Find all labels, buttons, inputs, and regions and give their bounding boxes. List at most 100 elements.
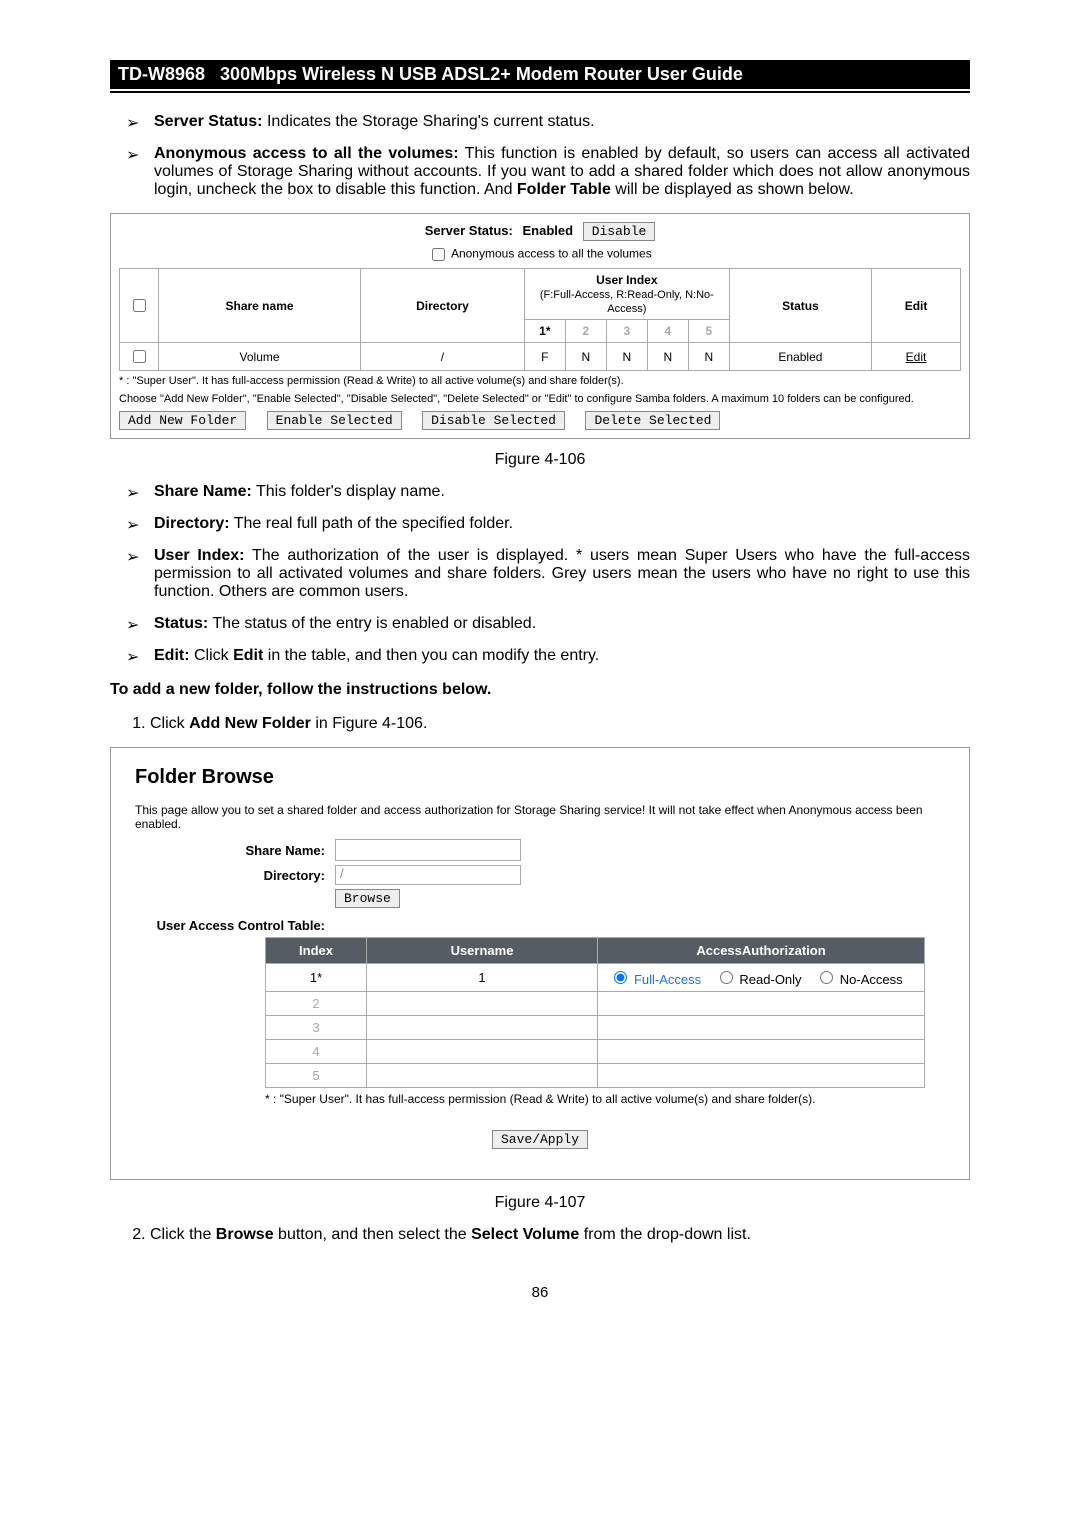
intro-list: Server Status: Indicates the Storage Sha… xyxy=(110,113,970,199)
uact-auth: Full-Access Read-Only No-Access xyxy=(598,964,925,992)
full-access-radio[interactable] xyxy=(614,971,627,984)
mid-directory: Directory: The real full path of the spe… xyxy=(126,515,970,533)
pre: Click the xyxy=(150,1226,216,1243)
cell-u2: N xyxy=(565,343,606,371)
mid-status: Status: The status of the entry is enabl… xyxy=(126,615,970,633)
figure-106-box: Server Status: Enabled Disable Anonymous… xyxy=(110,213,970,439)
th-idx4: 4 xyxy=(647,320,688,343)
uact-idx: 1* xyxy=(266,964,367,992)
share-name-input[interactable] xyxy=(335,839,521,861)
uact-user xyxy=(367,1016,598,1040)
read-only-option[interactable]: Read-Only xyxy=(715,972,802,987)
bold: Edit xyxy=(233,647,263,664)
uact-idx: 5 xyxy=(266,1064,367,1088)
figure-107-box: Folder Browse This page allow you to set… xyxy=(110,747,970,1180)
label: Share Name: xyxy=(154,483,252,500)
edit-link[interactable]: Edit xyxy=(906,350,927,364)
text: The authorization of the user is display… xyxy=(154,547,970,600)
no-access-radio[interactable] xyxy=(820,971,833,984)
uact-idx: 2 xyxy=(266,992,367,1016)
label: User Index: xyxy=(154,547,244,564)
th-auth: AccessAuthorization xyxy=(598,938,925,964)
th-share-name: Share name xyxy=(159,269,361,343)
th-idx3: 3 xyxy=(606,320,647,343)
steps-list-1: Click Add New Folder in Figure 4-106. xyxy=(110,715,970,733)
save-apply-button[interactable]: Save/Apply xyxy=(492,1130,588,1149)
step-2: Click the Browse button, and then select… xyxy=(150,1226,970,1244)
uact-idx: 4 xyxy=(266,1040,367,1064)
uact-user xyxy=(367,1064,598,1088)
table-note-1: * : "Super User". It has full-access per… xyxy=(119,375,961,387)
bold2: Folder Table xyxy=(517,181,611,198)
enable-selected-button[interactable]: Enable Selected xyxy=(267,411,402,430)
label: Status: xyxy=(154,615,208,632)
cell-u3: N xyxy=(606,343,647,371)
select-all-checkbox[interactable] xyxy=(133,299,146,312)
figure-107-caption: Figure 4-107 xyxy=(110,1194,970,1212)
doc-title: 300Mbps Wireless N USB ADSL2+ Modem Rout… xyxy=(220,64,743,84)
th-username: Username xyxy=(367,938,598,964)
pre: Click xyxy=(190,647,234,664)
text: The real full path of the specified fold… xyxy=(230,515,513,532)
th-directory: Directory xyxy=(361,269,525,343)
th-status: Status xyxy=(729,269,871,343)
disable-selected-button[interactable]: Disable Selected xyxy=(422,411,565,430)
uact-idx: 3 xyxy=(266,1016,367,1040)
uact-row: 4 xyxy=(266,1040,925,1064)
tail: will be displayed as shown below. xyxy=(611,181,854,198)
post: from the drop-down list. xyxy=(579,1226,751,1243)
intro-item-anonymous: Anonymous access to all the volumes: Thi… xyxy=(126,145,970,199)
figure-106-caption: Figure 4-106 xyxy=(110,451,970,469)
disable-button[interactable]: Disable xyxy=(583,222,656,241)
text: This folder's display name. xyxy=(252,483,445,500)
delete-selected-button[interactable]: Delete Selected xyxy=(585,411,720,430)
intro-item-server-status: Server Status: Indicates the Storage Sha… xyxy=(126,113,970,131)
mid-edit: Edit: Click Edit in the table, and then … xyxy=(126,647,970,665)
no-access-option[interactable]: No-Access xyxy=(815,972,902,987)
add-new-folder-button[interactable]: Add New Folder xyxy=(119,411,246,430)
full-access-label: Full-Access xyxy=(634,972,701,987)
uact-auth xyxy=(598,1040,925,1064)
th-idx2: 2 xyxy=(565,320,606,343)
model-code: TD-W8968 xyxy=(118,64,205,84)
read-only-radio[interactable] xyxy=(720,971,733,984)
uact-row: 3 xyxy=(266,1016,925,1040)
step-1: Click Add New Folder in Figure 4-106. xyxy=(150,715,970,733)
post: in Figure 4-106. xyxy=(311,715,428,732)
server-status-label: Server Status: xyxy=(425,223,513,238)
server-status-value: Enabled xyxy=(522,223,573,238)
header-rule xyxy=(110,91,970,93)
share-name-label: Share Name: xyxy=(135,843,335,858)
uact-row: 1* 1 Full-Access Read-Only No-Access xyxy=(266,964,925,992)
cell-u5: N xyxy=(688,343,729,371)
table-row: Volume / F N N N N Enabled Edit xyxy=(120,343,961,371)
add-heading: To add a new folder, follow the instruct… xyxy=(110,681,970,699)
b2: Select Volume xyxy=(471,1226,579,1243)
text: The status of the entry is enabled or di… xyxy=(208,615,536,632)
pre: Click xyxy=(150,715,189,732)
cell-u1: F xyxy=(524,343,565,371)
anonymous-checkbox[interactable] xyxy=(432,248,445,261)
th-index: Index xyxy=(266,938,367,964)
mid-list: Share Name: This folder's display name. … xyxy=(110,483,970,665)
no-access-label: No-Access xyxy=(840,972,903,987)
label: Edit: xyxy=(154,647,190,664)
post: in the table, and then you can modify th… xyxy=(263,647,599,664)
uact-user xyxy=(367,992,598,1016)
row-checkbox[interactable] xyxy=(133,350,146,363)
mid: button, and then select the xyxy=(274,1226,471,1243)
doc-header: TD-W8968 300Mbps Wireless N USB ADSL2+ M… xyxy=(110,60,970,89)
table-note-2: Choose "Add New Folder", "Enable Selecte… xyxy=(119,393,961,405)
th-idx5: 5 xyxy=(688,320,729,343)
full-access-option[interactable]: Full-Access xyxy=(609,972,701,987)
label: Directory: xyxy=(154,515,230,532)
superuser-note: * : "Super User". It has full-access per… xyxy=(265,1092,945,1106)
uact-auth xyxy=(598,992,925,1016)
uact-user xyxy=(367,1040,598,1064)
cell-share: Volume xyxy=(159,343,361,371)
browse-button[interactable]: Browse xyxy=(335,889,400,908)
user-access-table: Index Username AccessAuthorization 1* 1 … xyxy=(265,937,925,1088)
text: Indicates the Storage Sharing's current … xyxy=(263,113,595,130)
directory-value: / xyxy=(335,865,521,885)
uact-auth xyxy=(598,1016,925,1040)
